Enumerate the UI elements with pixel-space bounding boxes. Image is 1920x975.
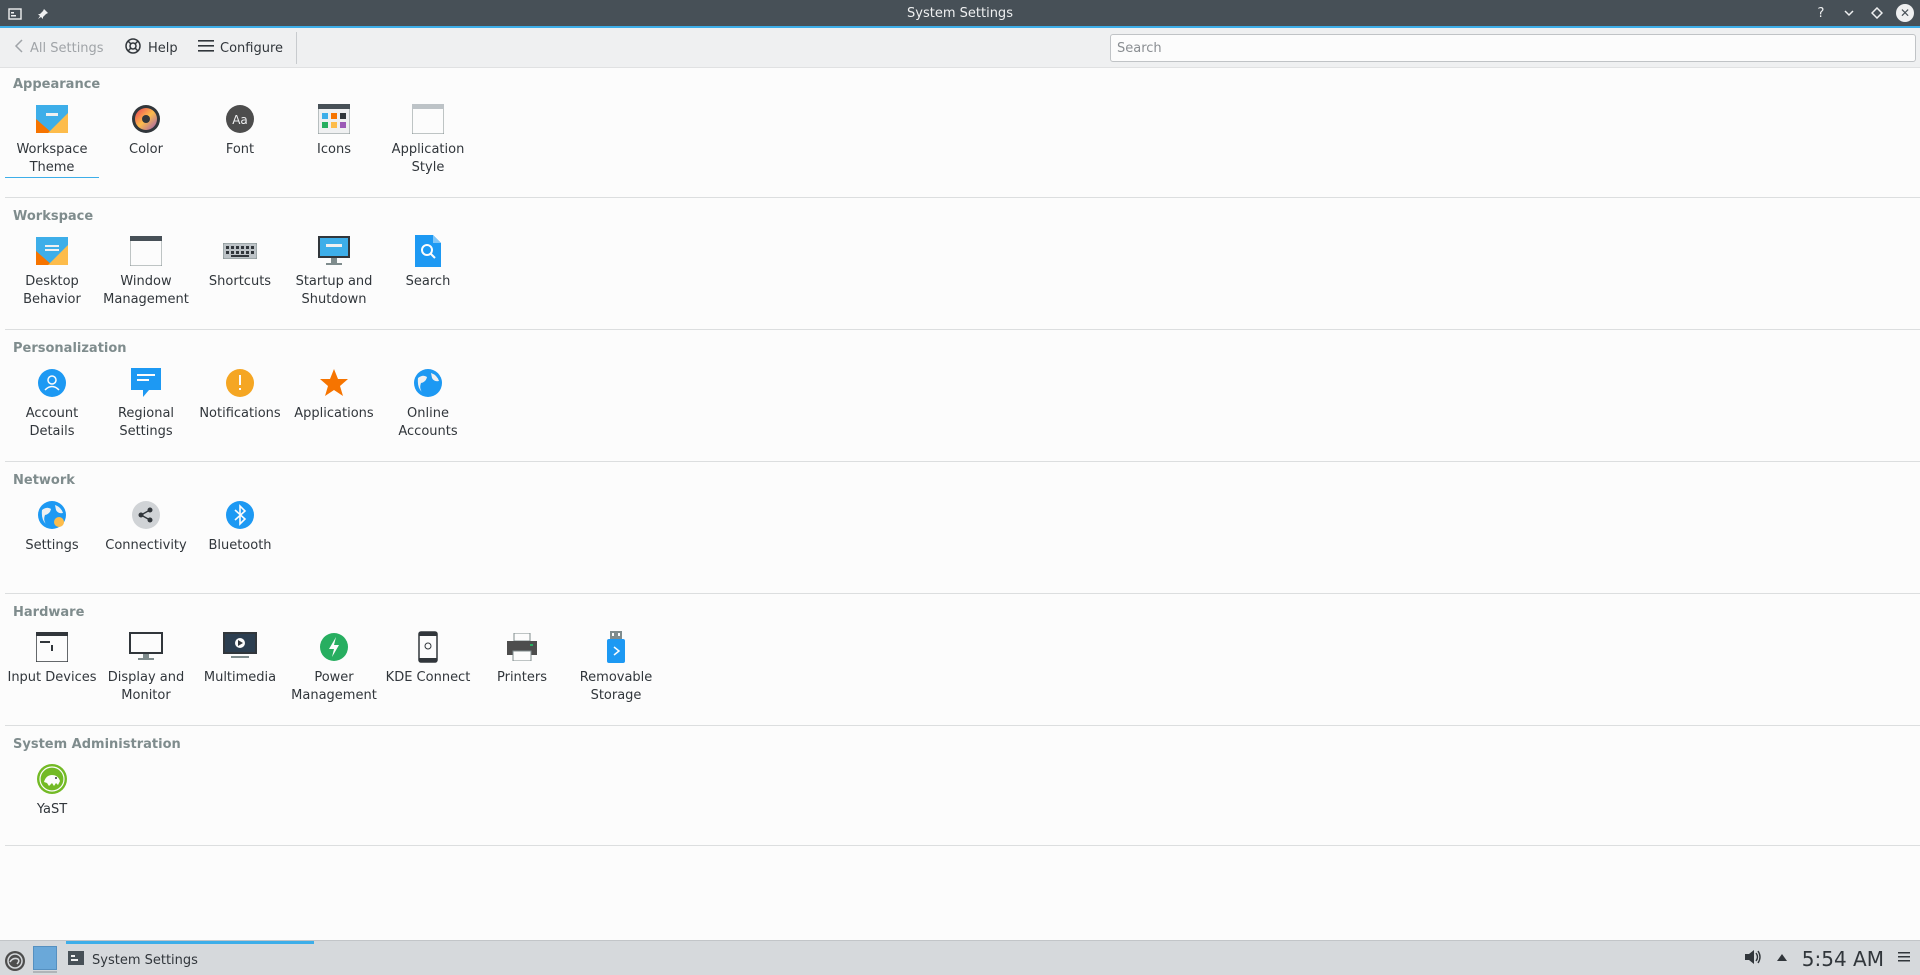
usb-storage-icon — [599, 630, 633, 664]
desktop-behavior-icon — [35, 234, 69, 268]
section-personalization: Personalization Account Details Regional… — [5, 332, 1920, 462]
section-title: Appearance — [13, 77, 101, 92]
all-settings-button[interactable]: All Settings — [14, 36, 104, 60]
task-system-settings[interactable]: System Settings — [66, 941, 314, 975]
share-icon — [129, 498, 163, 532]
section-appearance: Appearance Workspace Theme Color Aa Font — [5, 68, 1920, 198]
task-label: System Settings — [92, 952, 198, 968]
input-devices-icon — [35, 630, 69, 664]
section-system-administration: System Administration YaST — [5, 728, 1920, 846]
account-icon — [35, 366, 69, 400]
section-title: Hardware — [13, 605, 85, 620]
virtual-desktop-1[interactable] — [33, 946, 57, 970]
item-font[interactable]: Aa Font — [193, 102, 287, 178]
item-regional-settings[interactable]: Regional Settings — [99, 366, 193, 441]
lifebuoy-icon — [124, 37, 142, 59]
section-title: Network — [13, 473, 75, 488]
item-input-devices[interactable]: Input Devices — [5, 630, 99, 705]
item-removable-storage[interactable]: Removable Storage — [569, 630, 663, 705]
search-icon — [411, 234, 445, 268]
item-printers[interactable]: Printers — [475, 630, 569, 705]
item-bluetooth[interactable]: Bluetooth — [193, 498, 287, 555]
section-title: Workspace — [13, 209, 94, 224]
power-icon — [317, 630, 351, 664]
multimedia-icon — [223, 630, 257, 664]
item-power-management[interactable]: Power Management — [287, 630, 381, 705]
virtual-desktop-indicator — [33, 971, 57, 973]
application-launcher-icon[interactable] — [4, 950, 26, 972]
item-account-details[interactable]: Account Details — [5, 366, 99, 441]
printer-icon — [505, 630, 539, 664]
item-color[interactable]: Color — [99, 102, 193, 178]
startup-shutdown-icon — [317, 234, 351, 268]
clock[interactable]: 5:54 AM — [1802, 947, 1884, 971]
panel-menu-icon[interactable] — [1898, 951, 1910, 967]
help-button[interactable]: Help — [124, 36, 178, 60]
section-title: System Administration — [13, 737, 181, 752]
notifications-icon — [223, 366, 257, 400]
item-shortcuts[interactable]: Shortcuts — [193, 234, 287, 309]
section-hardware: Hardware Input Devices Display and Monit… — [5, 596, 1920, 726]
item-window-management[interactable]: Window Management — [99, 234, 193, 309]
item-kde-connect[interactable]: KDE Connect — [381, 630, 475, 705]
globe-icon — [411, 366, 445, 400]
tray-expand-icon[interactable] — [1776, 951, 1788, 966]
item-notifications[interactable]: Notifications — [193, 366, 287, 441]
configure-button[interactable]: Configure — [198, 36, 283, 60]
section-network: Network Settings Connectivity Bluetooth — [5, 464, 1920, 594]
phone-icon — [411, 630, 445, 664]
bluetooth-icon — [223, 498, 257, 532]
item-desktop-behavior[interactable]: Desktop Behavior — [5, 234, 99, 309]
keyboard-icon — [223, 234, 257, 268]
item-startup-shutdown[interactable]: Startup and Shutdown — [287, 234, 381, 309]
taskbar: System Settings 5:54 AM — [0, 940, 1920, 975]
svg-text:Aa: Aa — [232, 113, 248, 127]
item-display-monitor[interactable]: Display and Monitor — [99, 630, 193, 705]
regional-settings-icon — [129, 366, 163, 400]
item-icons[interactable]: Icons — [287, 102, 381, 178]
item-applications[interactable]: Applications — [287, 366, 381, 441]
volume-icon[interactable] — [1744, 949, 1762, 969]
help-icon[interactable]: ? — [1812, 4, 1830, 22]
item-application-style[interactable]: Application Style — [381, 102, 475, 178]
item-network-settings[interactable]: Settings — [5, 498, 99, 555]
workspace-theme-icon — [35, 102, 69, 136]
toolbar-separator — [296, 32, 297, 64]
monitor-icon — [129, 630, 163, 664]
search-input[interactable] — [1110, 34, 1916, 62]
hamburger-menu-icon — [198, 39, 214, 57]
minimize-icon[interactable] — [1840, 4, 1858, 22]
close-icon[interactable]: ✕ — [1896, 4, 1914, 22]
system-settings-task-icon — [68, 950, 84, 970]
window-management-icon — [129, 234, 163, 268]
settings-grid: Appearance Workspace Theme Color Aa Font — [0, 68, 1920, 940]
section-title: Personalization — [13, 341, 127, 356]
star-icon — [317, 366, 351, 400]
chevron-left-icon — [14, 39, 24, 57]
yast-icon — [35, 762, 69, 796]
item-online-accounts[interactable]: Online Accounts — [381, 366, 475, 441]
color-icon — [129, 102, 163, 136]
application-style-icon — [411, 102, 445, 136]
network-settings-icon — [35, 498, 69, 532]
window-title: System Settings — [907, 6, 1013, 21]
system-tray: 5:54 AM — [1744, 941, 1920, 975]
font-icon: Aa — [223, 102, 257, 136]
item-yast[interactable]: YaST — [5, 762, 99, 819]
item-multimedia[interactable]: Multimedia — [193, 630, 287, 705]
icons-icon — [317, 102, 351, 136]
item-search[interactable]: Search — [381, 234, 475, 309]
toolbar: All Settings Help Configure — [0, 28, 1920, 68]
item-connectivity[interactable]: Connectivity — [99, 498, 193, 555]
item-workspace-theme[interactable]: Workspace Theme — [5, 102, 99, 178]
section-workspace: Workspace Desktop Behavior Window Manage… — [5, 200, 1920, 330]
window-titlebar[interactable]: System Settings ? ✕ — [0, 0, 1920, 28]
maximize-icon[interactable] — [1868, 4, 1886, 22]
